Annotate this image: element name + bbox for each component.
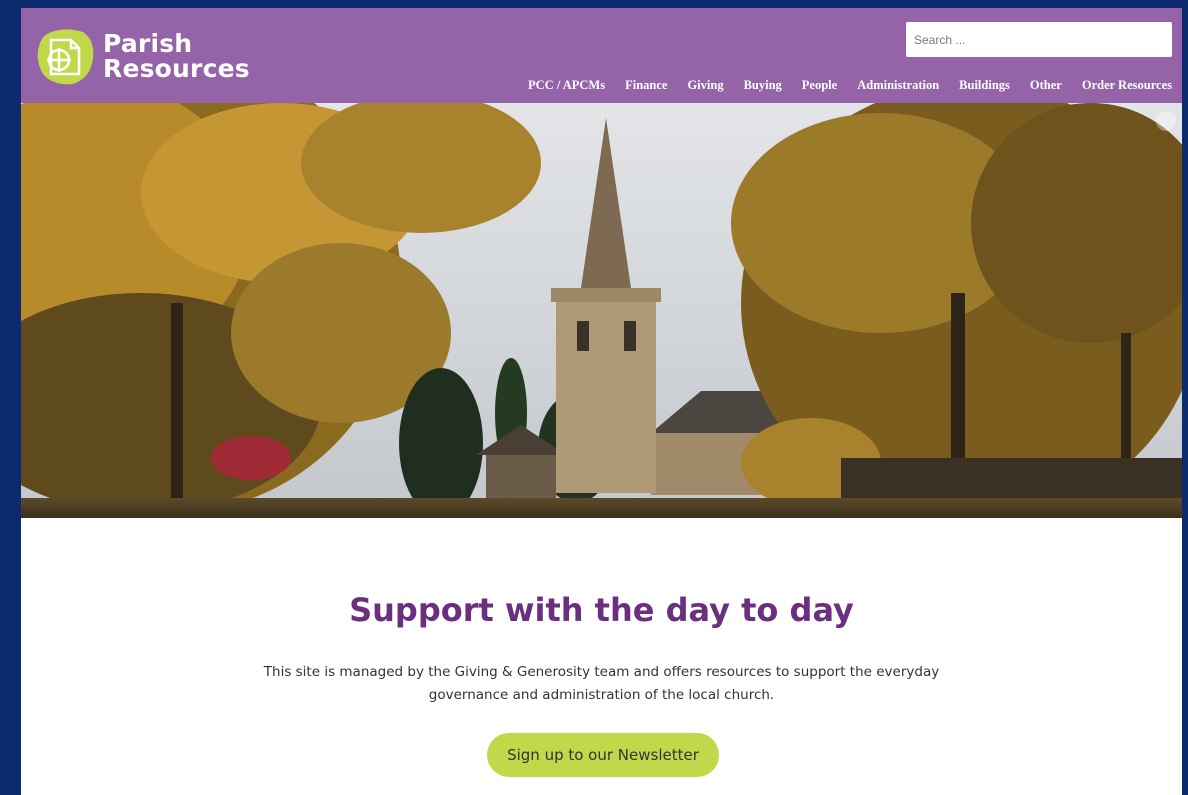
cross-document-icon <box>37 29 94 85</box>
intro-text: This site is managed by the Giving & Gen… <box>263 664 940 703</box>
nav-item-buying[interactable]: Buying <box>744 78 782 93</box>
page-headline: Support with the day to day <box>349 591 854 629</box>
nav-item-pcc-apcms[interactable]: PCC / APCMs <box>528 78 605 93</box>
nav-item-buildings[interactable]: Buildings <box>959 78 1010 93</box>
nav-item-giving[interactable]: Giving <box>687 78 723 93</box>
search-input[interactable] <box>906 22 1172 57</box>
site-header: Parish Resources PCC / APCMs Finance Giv… <box>21 8 1182 103</box>
expand-icon[interactable]: ⤢ <box>1156 111 1176 131</box>
newsletter-signup-button[interactable]: Sign up to our Newsletter <box>487 733 719 777</box>
logo-line-1: Parish <box>103 29 193 58</box>
church-photo <box>21 103 1182 518</box>
site-logo[interactable]: Parish Resources <box>33 21 273 91</box>
nav-item-administration[interactable]: Administration <box>857 78 939 93</box>
nav-item-other[interactable]: Other <box>1030 78 1062 93</box>
nav-item-finance[interactable]: Finance <box>625 78 667 93</box>
main-nav: PCC / APCMs Finance Giving Buying People… <box>508 78 1172 93</box>
page: Parish Resources PCC / APCMs Finance Giv… <box>21 8 1182 795</box>
nav-item-people[interactable]: People <box>802 78 837 93</box>
hero-image: ⤢ <box>21 103 1182 518</box>
logo-wordmark: Parish Resources <box>103 31 250 81</box>
nav-item-order-resources[interactable]: Order Resources <box>1082 78 1172 93</box>
logo-line-2: Resources <box>103 54 250 83</box>
